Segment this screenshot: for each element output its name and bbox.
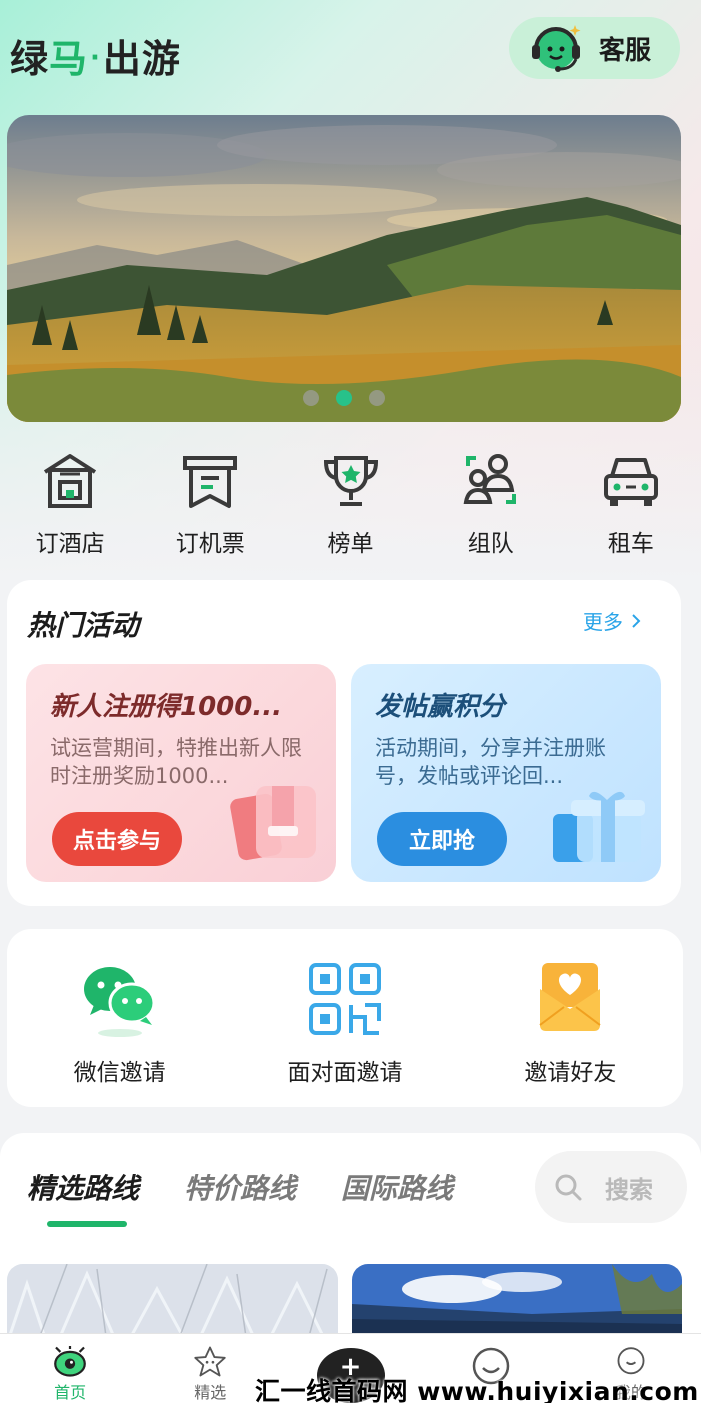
tab-featured-routes[interactable]: 精选路线 [27,1167,139,1227]
join-button[interactable]: 点击参与 [52,812,182,866]
team-icon [463,454,516,504]
routes-section: 精选路线 特价路线 国际路线 搜索 [0,1133,701,1353]
quicknav-label: 榜单 [327,531,374,557]
customer-service-button[interactable]: 客服 [509,17,680,79]
quicknav-label: 组队 [467,531,514,557]
nav-home[interactable]: 首页 [0,1334,140,1403]
logo-text-1: 绿 [10,37,50,81]
invite-card: 微信邀请 面对面邀请 邀请好友 [7,929,683,1107]
route-card-image-snow[interactable] [7,1264,338,1344]
carousel-dot[interactable] [303,390,319,406]
car-icon [603,458,658,506]
quicknav-flight[interactable]: 订机票 [140,450,280,560]
carousel-dot-active[interactable] [336,390,352,406]
activity-title: 发帖赢积分 [375,692,506,722]
route-search-button[interactable]: 搜索 [535,1151,687,1223]
search-icon [555,1174,582,1201]
wechat-invite[interactable]: 微信邀请 [7,929,232,1107]
quick-nav: 订酒店 订机票 榜单 组队 租车 [0,450,701,560]
activity-desc: 活动期间，分享并注册账号，发帖或评论回... [375,736,606,788]
hot-activities-title: 热门活动 [27,609,140,642]
invite-label: 邀请好友 [524,1060,617,1086]
friend-invite[interactable]: 邀请好友 [458,929,683,1107]
star-icon [194,1346,226,1377]
quicknav-ranking[interactable]: 榜单 [280,450,420,560]
app-header: 绿马·出游 客服 [0,0,701,110]
quicknav-team[interactable]: 组队 [421,450,561,560]
more-link[interactable]: 更多 [583,606,641,635]
quicknav-hotel[interactable]: 订酒店 [0,450,140,560]
quicknav-label: 租车 [607,531,654,557]
grab-button[interactable]: 立即抢 [377,812,507,866]
search-label: 搜索 [605,1175,653,1204]
trophy-icon [323,456,378,506]
logo-text-3: 出游 [102,37,181,81]
nav-label: 精选 [194,1383,227,1402]
home-eye-icon [54,1346,86,1377]
invite-label: 面对面邀请 [287,1060,403,1086]
promo-banner[interactable] [7,115,681,422]
chevron-right-icon [631,610,641,634]
logo-text-2: 马 [49,37,89,81]
logo-dot: · [90,43,101,73]
quicknav-car[interactable]: 租车 [561,450,701,560]
app-logo: 绿马·出游 [10,28,181,83]
activity-title: 新人注册得1000... [50,692,282,722]
envelope-heart-icon [539,963,601,1031]
site-watermark: 汇一线首码网 www.huiyixian.com [255,1377,699,1403]
activity-card-register[interactable]: 新人注册得1000... 试运营期间，特推出新人限时注册奖励1000... 点击… [26,664,336,882]
hot-activities-card: 热门活动 更多 新人注册得1000... 试运营期间，特推出新人限时注册奖励10… [7,580,681,906]
tab-discount-routes[interactable]: 特价路线 [184,1167,296,1207]
invite-label: 微信邀请 [73,1060,166,1086]
headset-agent-icon [527,19,585,77]
activity-card-post[interactable]: 发帖赢积分 活动期间，分享并注册账号，发帖或评论回... 立即抢 [351,664,661,882]
face-to-face-invite[interactable]: 面对面邀请 [232,929,457,1107]
wechat-icon [83,967,156,1037]
ticket-icon [183,456,238,508]
carousel-dot[interactable] [369,390,385,406]
route-card-image-sky[interactable] [352,1264,682,1344]
quicknav-label: 订机票 [175,531,245,557]
nav-label: 首页 [54,1383,87,1402]
qrcode-icon [308,963,381,1035]
more-label: 更多 [583,610,623,634]
route-tabs: 精选路线 特价路线 国际路线 [27,1167,453,1227]
customer-service-label: 客服 [599,35,652,66]
mountain-landscape-image [7,115,681,422]
hotel-icon [44,454,97,508]
tab-international-routes[interactable]: 国际路线 [341,1167,453,1207]
carousel-dots [7,390,681,406]
quicknav-label: 订酒店 [35,531,105,557]
red-packet-icon [228,782,324,872]
gift-box-icon [549,786,649,872]
